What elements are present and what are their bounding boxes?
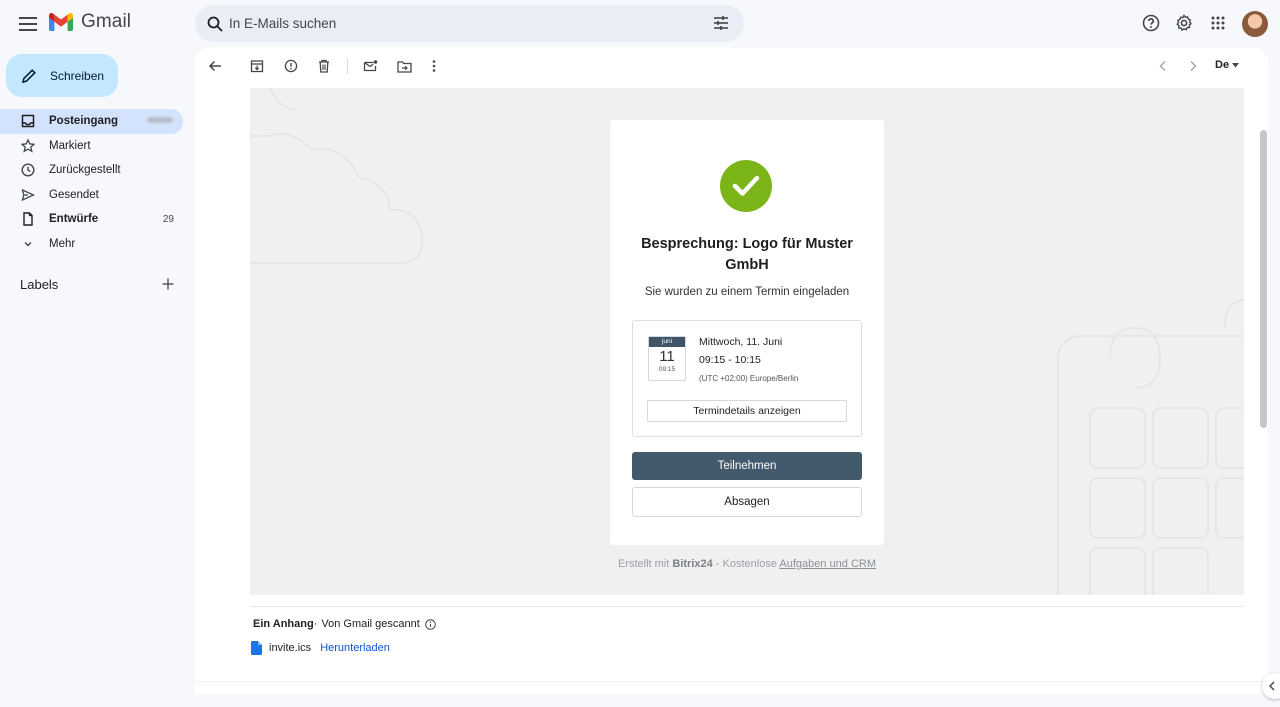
draft-icon [20,211,36,227]
sidebar-item-label: Zurückgestellt [49,164,121,177]
download-link[interactable]: Herunterladen [320,642,390,654]
sidebar-item-label: Gesendet [49,188,99,201]
pencil-icon [21,68,36,83]
message-panel: De Besprechung: Logo für Muster GmbH Sie… [195,48,1268,694]
labels-section-header: Labels [20,276,176,294]
apps-grid-icon[interactable] [1208,13,1228,33]
toolbar-divider [347,58,348,74]
chevron-left-icon [1268,681,1275,691]
sidebar-item-sent[interactable]: Gesendet [0,183,183,208]
back-arrow-icon[interactable] [206,57,224,75]
checkmark-success-icon [720,160,772,212]
chevron-down-icon [20,236,36,252]
labels-title: Labels [20,277,59,292]
attachments-heading: Ein Anhang [253,618,314,630]
older-chevron-right-icon[interactable] [1184,57,1202,75]
account-avatar[interactable] [1242,11,1268,37]
sidebar-item-label: Markiert [49,139,91,152]
scanned-by-gmail: Von Gmail gescannt [321,618,420,630]
invitation-subtitle: Sie wurden zu einem Termin eingeladen [644,286,850,298]
sidebar-item-starred[interactable]: Markiert [0,134,183,159]
drafts-count: 29 [162,213,174,225]
archive-icon[interactable] [248,57,266,75]
report-spam-icon[interactable] [282,57,300,75]
search-bar[interactable] [195,5,744,42]
sidebar-item-inbox[interactable]: Posteingang [0,109,183,134]
search-icon[interactable] [205,14,225,34]
footer-middle: - Kostenlose [712,558,780,570]
inbox-icon [20,113,36,129]
inbox-unread-count-blurred [147,117,173,123]
calendar-date-icon: juni 11 09:15 [648,336,686,381]
event-date: Mittwoch, 11. Juni [699,336,783,348]
sidebar-item-drafts[interactable]: Entwürfe 29 [0,207,183,232]
meeting-title: Besprechung: Logo für Muster GmbH [641,236,853,273]
info-icon[interactable] [425,618,436,630]
calendar-day: 11 [659,348,675,365]
message-toolbar: De [195,48,1268,84]
app-name: Gmail [81,11,132,32]
sidebar-item-more[interactable]: Mehr [0,232,183,257]
more-options-icon[interactable] [425,57,443,75]
show-event-details-button[interactable]: Termindetails anzeigen [647,400,847,422]
decline-button[interactable]: Absagen [632,487,862,517]
search-input[interactable] [229,16,689,31]
attachments-divider [250,606,1244,607]
scrollbar[interactable] [1259,88,1268,694]
bullet-separator: · [313,618,318,630]
email-body: Besprechung: Logo für Muster GmbH Sie wu… [250,88,1244,595]
top-bar: Gmail [0,0,1280,48]
settings-gear-icon[interactable] [1174,13,1194,33]
scrollbar-thumb[interactable] [1260,130,1267,428]
star-icon [20,138,36,154]
event-details-box: juni 11 09:15 Mittwoch, 11. Juni 09:15 -… [632,320,862,437]
sidebar-item-snoozed[interactable]: Zurückgestellt [0,158,183,183]
calendar-month: juni [649,337,685,347]
main-menu-button[interactable] [16,12,40,36]
footer-link[interactable]: Aufgaben und CRM [779,558,876,570]
attachments-header: Ein Anhang · Von Gmail gescannt [253,618,436,630]
language-label: De [1215,59,1230,71]
search-options-icon[interactable] [712,14,730,32]
sidebar-item-label: Posteingang [49,115,119,128]
hamburger-menu-icon [19,17,37,31]
compose-label: Schreiben [50,68,105,83]
compose-button[interactable]: Schreiben [6,54,118,97]
created-with-footer: Erstellt mit Bitrix24 - Kostenlose Aufga… [250,558,1244,570]
footer-brand: Bitrix24 [672,558,713,570]
caret-down-icon [1232,62,1240,67]
attachment-file-name[interactable]: invite.ics [269,642,311,654]
move-to-folder-icon[interactable] [395,57,413,75]
accept-button[interactable]: Teilnehmen [632,452,862,480]
add-label-icon[interactable] [160,276,176,292]
sidebar-nav: Posteingang Markiert Zurückgestellt Gese… [0,109,183,256]
invitation-card: Besprechung: Logo für Muster GmbH Sie wu… [610,120,884,545]
language-select[interactable]: De [1215,59,1240,71]
footer-prefix: Erstellt mit [617,558,673,570]
event-timezone: (UTC +02:00) Europe/Berlin [699,374,799,383]
file-icon [251,641,262,655]
clock-icon [20,162,36,178]
sidebar-item-label: Mehr [49,237,76,250]
mark-unread-icon[interactable] [361,57,379,75]
newer-chevron-left-icon[interactable] [1154,57,1172,75]
gmail-m-icon [49,13,73,31]
delete-trash-icon[interactable] [315,57,333,75]
sidebar-item-label: Entwürfe [49,213,99,226]
send-icon [20,187,36,203]
side-panel-toggle[interactable] [1262,673,1280,699]
calendar-time: 09:15 [658,366,676,373]
help-icon[interactable] [1141,13,1161,33]
panel-bottom-divider [195,681,1268,682]
gmail-logo[interactable]: Gmail [49,11,131,33]
event-time-range: 09:15 - 10:15 [699,354,761,366]
attachment-item: invite.ics Herunterladen [251,641,390,655]
